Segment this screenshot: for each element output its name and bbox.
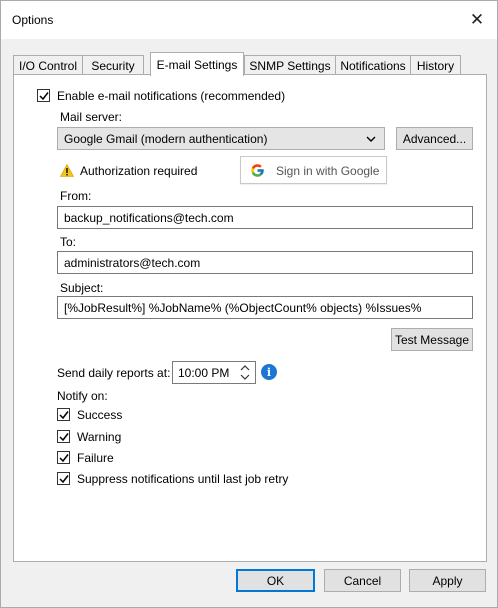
advanced-button-label: Advanced... <box>402 131 467 146</box>
mail-server-label: Mail server: <box>60 110 123 124</box>
tab-label: I/O Control <box>18 58 78 73</box>
daily-time-picker[interactable]: 10:00 PM <box>172 361 256 384</box>
tab-snmp-settings[interactable]: SNMP Settings <box>244 55 336 75</box>
notify-on-label: Notify on: <box>57 389 108 403</box>
mail-server-value: Google Gmail (modern authentication) <box>64 131 268 146</box>
cancel-button[interactable]: Cancel <box>324 569 401 592</box>
cancel-button-label: Cancel <box>343 573 382 588</box>
from-input[interactable]: backup_notifications@tech.com <box>57 206 473 229</box>
options-dialog: Options ✕ I/O Control Security E-mail Se… <box>0 0 498 608</box>
checkmark-icon <box>38 91 49 100</box>
checkmark-icon <box>58 453 69 462</box>
close-button[interactable]: ✕ <box>457 1 497 39</box>
title-bar: Options ✕ <box>1 1 497 39</box>
test-message-label: Test Message <box>394 332 470 347</box>
apply-button[interactable]: Apply <box>409 569 486 592</box>
close-icon: ✕ <box>469 10 485 29</box>
to-value: administrators@tech.com <box>64 255 201 270</box>
tab-label: E-mail Settings <box>156 57 238 72</box>
tab-notifications[interactable]: Notifications <box>335 55 411 75</box>
sign-in-with-google-button[interactable]: Sign in with Google <box>240 156 387 184</box>
mail-server-select[interactable]: Google Gmail (modern authentication) <box>57 127 385 150</box>
authorization-required-text: Authorization required <box>80 164 198 178</box>
notify-success-label: Success <box>77 408 123 422</box>
tab-history[interactable]: History <box>410 55 461 75</box>
checkmark-icon <box>58 474 69 483</box>
tab-io-control[interactable]: I/O Control <box>13 55 83 75</box>
subject-input[interactable]: [%JobResult%] %JobName% (%ObjectCount% o… <box>57 296 473 319</box>
google-logo-icon <box>251 164 264 177</box>
warning-icon <box>60 164 74 177</box>
tab-label: SNMP Settings <box>249 58 331 73</box>
tab-email-settings[interactable]: E-mail Settings <box>150 52 244 76</box>
chevron-down-icon <box>366 136 376 142</box>
suppress-notifications-label: Suppress notifications until last job re… <box>77 472 289 486</box>
ok-button-label: OK <box>266 573 285 588</box>
checkmark-icon <box>58 432 69 441</box>
tab-label: History <box>416 58 455 73</box>
from-value: backup_notifications@tech.com <box>64 210 234 225</box>
spinner-updown-icon[interactable] <box>239 363 251 382</box>
to-input[interactable]: administrators@tech.com <box>57 251 473 274</box>
suppress-notifications-checkbox[interactable] <box>57 472 70 485</box>
google-signin-label: Sign in with Google <box>276 164 380 178</box>
apply-button-label: Apply <box>432 573 463 588</box>
tab-security[interactable]: Security <box>82 55 144 75</box>
checkmark-icon <box>58 410 69 419</box>
daily-reports-label: Send daily reports at: <box>57 366 171 380</box>
enable-email-label: Enable e-mail notifications (recommended… <box>57 89 286 103</box>
test-message-button[interactable]: Test Message <box>391 328 473 351</box>
enable-email-checkbox[interactable] <box>37 89 50 102</box>
to-label: To: <box>60 235 77 249</box>
window-title: Options <box>12 13 54 27</box>
tab-label: Security <box>91 58 135 73</box>
from-label: From: <box>60 189 92 203</box>
subject-value: [%JobResult%] %JobName% (%ObjectCount% o… <box>64 300 422 315</box>
notify-warning-checkbox[interactable] <box>57 430 70 443</box>
notify-warning-label: Warning <box>77 430 122 444</box>
ok-button[interactable]: OK <box>236 569 315 592</box>
notify-failure-label: Failure <box>77 451 114 465</box>
daily-time-value: 10:00 PM <box>178 365 230 380</box>
notify-success-checkbox[interactable] <box>57 408 70 421</box>
subject-label: Subject: <box>60 281 104 295</box>
tab-label: Notifications <box>340 58 406 73</box>
notify-failure-checkbox[interactable] <box>57 451 70 464</box>
email-settings-panel: Enable e-mail notifications (recommended… <box>13 74 487 562</box>
advanced-button[interactable]: Advanced... <box>396 127 473 150</box>
info-icon[interactable]: i <box>261 364 277 380</box>
